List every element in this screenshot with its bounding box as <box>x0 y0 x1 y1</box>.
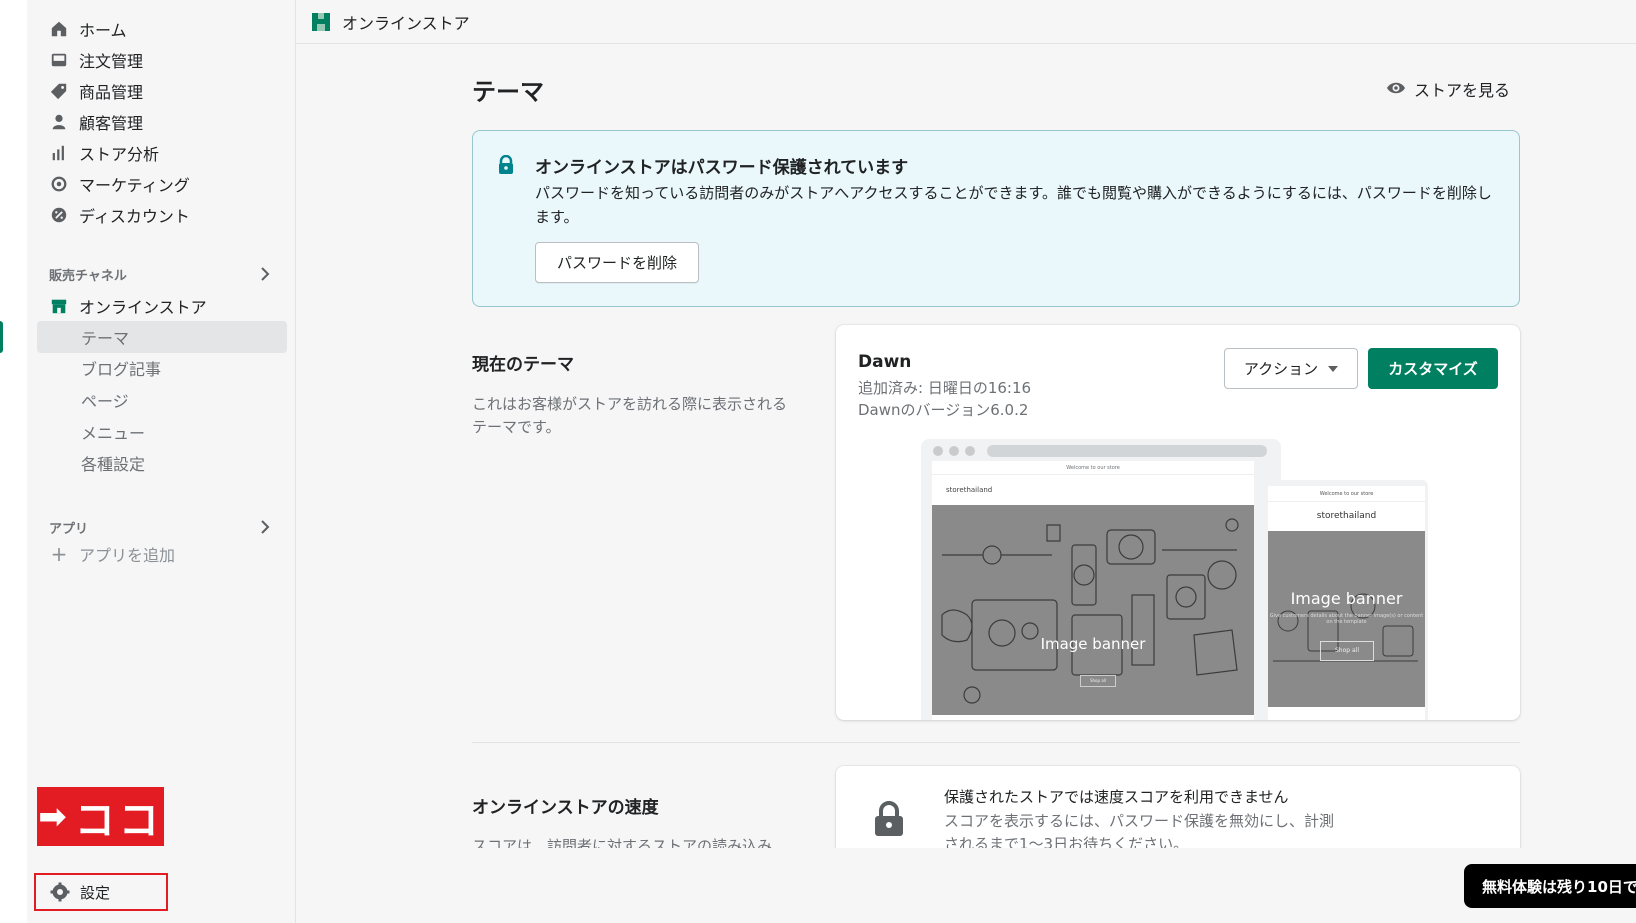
caret-down-icon <box>1328 365 1339 372</box>
remove-password-button[interactable]: パスワードを削除 <box>535 242 699 283</box>
theme-card: Dawn 追加済み: 日曜日の16:16 Dawnのバージョン6.0.2 アクシ… <box>836 325 1520 720</box>
annotation-label: ココ <box>74 797 163 844</box>
sidebar-item-label: マーケティング <box>79 176 190 195</box>
sidebar-item-online-store[interactable]: オンラインストア <box>49 291 207 321</box>
mobile-screen: Welcome to our store storethailand Image… <box>1268 486 1425 720</box>
shop-all-button: Shop all <box>1320 641 1374 661</box>
sidebar-item-label: オンラインストア <box>79 298 207 317</box>
mobile-preview: Welcome to our store storethailand Image… <box>1262 480 1428 720</box>
desktop-preview: Welcome to our store storethailand Image… <box>921 439 1281 720</box>
sidebar-subitem-menu[interactable]: メニュー <box>81 417 145 447</box>
sidebar-item-label: ディスカウント <box>79 207 190 226</box>
store-icon <box>310 11 332 33</box>
chevron-right-icon[interactable] <box>257 519 273 535</box>
section-divider <box>472 742 1520 743</box>
lock-icon <box>497 154 517 175</box>
speed-card-title: 保護されたストアでは速度スコアを利用できません <box>944 788 1289 806</box>
chevron-right-icon[interactable] <box>257 266 273 282</box>
banner-heading: Image banner <box>1290 589 1403 608</box>
add-app-label: アプリを追加 <box>79 546 176 565</box>
banner-title: オンラインストアはパスワード保護されています <box>535 158 909 178</box>
settings-button[interactable]: 設定 <box>34 873 168 911</box>
sidebar-item-orders[interactable]: 注文管理 <box>49 45 143 75</box>
sidebar-item-label: ストア分析 <box>79 145 160 164</box>
target-icon <box>49 174 69 194</box>
gear-icon <box>50 882 70 902</box>
sidebar-item-label: 顧客管理 <box>79 114 144 133</box>
settings-label: 設定 <box>80 883 111 902</box>
sidebar-item-products[interactable]: 商品管理 <box>49 76 143 106</box>
window-dots <box>933 446 975 456</box>
discount-icon <box>49 205 69 225</box>
sidebar-subitem-blog[interactable]: ブログ記事 <box>81 353 161 383</box>
sales-channels-title: 販売チャネル <box>49 269 127 284</box>
current-theme-title: 現在のテーマ <box>472 355 574 375</box>
sidebar-subitem-preferences[interactable]: 各種設定 <box>81 448 145 478</box>
left-margin <box>0 0 27 923</box>
sidebar-subitem-pages[interactable]: ページ <box>81 385 129 415</box>
person-icon <box>49 112 69 132</box>
bottom-cover <box>296 848 1636 923</box>
arrow-right-icon: ➡ <box>38 796 71 837</box>
view-store-label: ストアを見る <box>1414 81 1511 100</box>
view-store-link[interactable]: ストアを見る <box>1386 77 1510 101</box>
announcement-bar: Welcome to our store <box>932 461 1254 475</box>
sidebar-subitem-themes[interactable]: テーマ <box>81 322 129 352</box>
preview-store-name: storethailand <box>946 486 993 494</box>
add-app-button[interactable]: + アプリを追加 <box>49 542 175 566</box>
banner-text: パスワードを知っている訪問者のみがストアへアクセスすることができます。誰でも閲覧… <box>535 184 1492 226</box>
koko-annotation: ➡ ココ <box>37 787 164 846</box>
actions-dropdown[interactable]: アクション <box>1224 348 1358 389</box>
inbox-icon <box>49 50 69 70</box>
lock-icon <box>872 800 908 840</box>
announcement-bar: Welcome to our store <box>1268 486 1425 502</box>
sidebar-item-customers[interactable]: 顧客管理 <box>49 107 143 137</box>
theme-name: Dawn <box>858 352 912 372</box>
plus-icon: + <box>50 542 68 566</box>
bar-chart-icon <box>49 143 69 163</box>
store-icon <box>49 296 69 316</box>
sidebar-item-label: 商品管理 <box>79 83 144 102</box>
password-banner: オンラインストアはパスワード保護されています パスワードを知っている訪問者のみが… <box>472 130 1520 307</box>
trial-banner[interactable]: 無料体験は残り10日で <box>1464 864 1636 908</box>
active-indicator <box>0 321 3 353</box>
topbar: オンラインストア <box>296 0 1636 44</box>
desktop-screen: Welcome to our store storethailand Image… <box>932 461 1254 720</box>
url-bar <box>987 445 1267 457</box>
preview-store-name: storethailand <box>1316 511 1377 521</box>
sidebar-item-discounts[interactable]: ディスカウント <box>49 200 190 230</box>
speed-title: オンラインストアの速度 <box>472 798 659 818</box>
active-highlight <box>37 321 287 353</box>
tag-icon <box>49 81 69 101</box>
theme-added: 追加済み: 日曜日の16:16 <box>858 379 1032 397</box>
theme-version: Dawnのバージョン6.0.2 <box>858 401 1029 419</box>
sidebar-item-label: ホーム <box>79 21 127 40</box>
eye-icon <box>1386 78 1408 100</box>
topbar-title: オンラインストア <box>342 13 470 33</box>
shop-all-button: Shop all <box>1080 675 1116 687</box>
sidebar-item-label: 注文管理 <box>79 52 144 71</box>
image-banner: Image banner Give customers details abou… <box>1268 531 1425 707</box>
banner-heading: Image banner <box>1040 635 1146 653</box>
sidebar-item-marketing[interactable]: マーケティング <box>49 169 190 199</box>
apps-title: アプリ <box>49 522 89 537</box>
actions-label: アクション <box>1243 360 1319 378</box>
banner-subtext: Give customers details about the banner … <box>1269 613 1424 625</box>
page-title: テーマ <box>472 78 544 106</box>
image-banner: Image banner Shop all <box>932 505 1254 715</box>
sidebar-item-home[interactable]: ホーム <box>49 14 127 44</box>
customize-button[interactable]: カスタマイズ <box>1368 348 1498 389</box>
home-icon <box>49 19 69 39</box>
current-theme-desc: これはお客様がストアを訪れる際に表示されるテーマです。 <box>472 395 788 436</box>
sidebar: ホーム 注文管理 商品管理 顧客管理 ストア分析 マーケティング ディスカウント… <box>0 0 296 923</box>
sidebar-item-analytics[interactable]: ストア分析 <box>49 138 159 168</box>
